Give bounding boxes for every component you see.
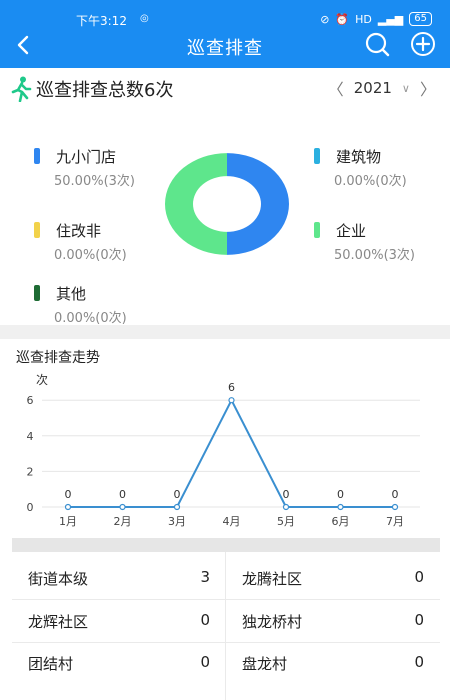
area-name: 龙腾社区 [242,570,303,588]
area-name: 团结村 [28,655,74,673]
data-point [119,503,126,511]
search-icon[interactable] [364,31,390,57]
area-name: 盘龙村 [242,655,288,673]
data-point [391,503,399,511]
data-point [173,503,181,511]
donut-chart [165,153,289,255]
y-tick-label: 6 [27,394,34,407]
data-label: 0 [174,488,181,501]
x-tick-label: 4月 [223,515,241,528]
area-name: 龙辉社区 [28,613,89,631]
divider-bar [12,538,440,552]
area-cell[interactable]: 团结村 0 [12,643,226,685]
area-cell[interactable]: 盘龙村 0 [226,643,440,685]
data-point [337,503,344,511]
data-label: 0 [119,488,126,501]
data-label: 0 [392,488,399,501]
data-label: 0 [65,488,72,501]
nav-bar: 巡查排查 [0,30,450,68]
area-cell[interactable]: 街道本级 3 [12,558,226,600]
add-icon[interactable] [410,31,436,57]
legend-label: 其他 [56,285,87,303]
area-cell[interactable]: 龙腾社区 0 [226,558,440,600]
trend-title: 巡查排查走势 [16,350,100,366]
data-label: 0 [337,488,344,501]
message-icon: ◎ [140,13,149,24]
y-tick-label: 2 [27,465,34,478]
legend-label: 九小门店 [56,148,117,166]
area-count: 0 [200,653,210,671]
x-tick-label: 1月 [59,515,77,528]
y-tick-label: 0 [27,501,34,514]
x-tick-label: 3月 [168,515,186,528]
data-label: 6 [228,381,235,394]
area-cell[interactable]: 独龙桥村 0 [226,601,440,643]
section-divider [0,538,450,552]
legend-color-swatch [314,222,320,238]
alarm-icon: ⏰ [335,12,350,26]
legend-percent: 50.00%(3次) [54,174,135,189]
area-count: 0 [414,568,424,586]
chevron-down-icon[interactable]: ∨ [402,82,410,95]
data-point [64,503,72,511]
legend-percent: 0.00%(0次) [54,311,127,326]
x-tick-label: 6月 [332,515,350,528]
legend-color-swatch [34,148,40,164]
x-tick-label: 2月 [114,515,132,528]
series-line [68,397,395,508]
x-tick-label: 5月 [277,515,295,528]
legend-label: 企业 [336,222,367,240]
year-value[interactable]: 2021 [354,79,392,97]
status-bar: 下午3:12 ◎ ⊘ ⏰ HD ▂▄▆ 65 [0,12,450,30]
area-count: 3 [200,568,210,586]
year-picker: 〈 2021 ∨ 〉 [328,76,436,100]
trend-line-chart: 次 0 2 4 6 0 1月 0 2月 0 3月 6 4月 0 5月 0 6月 0 7月 [27,373,420,528]
status-icons: ⊘ ⏰ HD ▂▄▆ 65 [320,12,432,26]
y-tick-label: 4 [27,430,34,443]
walking-person-icon [11,76,32,102]
summary-row: 巡查排查总数6次 〈 2021 ∨ 〉 [0,68,450,108]
legend-percent: 0.00%(0次) [54,248,127,263]
y-axis-label: 次 [36,373,48,387]
status-time: 下午3:12 [76,14,127,28]
area-count: 0 [414,653,424,671]
x-tick-label: 7月 [386,515,404,528]
summary-title: 巡查排查总数6次 [36,80,174,101]
section-divider [0,325,450,339]
legend-label: 住改非 [56,222,102,240]
legend-color-swatch [34,285,40,301]
hd-icon: HD [355,12,372,26]
mute-icon: ⊘ [320,12,330,26]
next-year-icon[interactable]: 〉 [420,76,436,100]
data-point [282,503,290,511]
legend-percent: 0.00%(0次) [334,174,407,189]
legend-color-swatch [314,148,320,164]
area-count: 0 [200,611,210,629]
app-header: 下午3:12 ◎ ⊘ ⏰ HD ▂▄▆ 65 巡查排查 [0,0,450,68]
data-label: 0 [283,488,290,501]
area-name: 街道本级 [28,570,89,588]
donut-slice [227,153,289,255]
signal-icon: ▂▄▆ [377,12,404,26]
legend-label: 建筑物 [336,148,382,166]
data-point [228,397,235,404]
area-count: 0 [414,611,424,629]
area-name: 独龙桥村 [242,613,303,631]
donut-slice [165,153,227,255]
area-cell[interactable]: 龙辉社区 0 [12,601,226,643]
legend-color-swatch [34,222,40,238]
legend-percent: 50.00%(3次) [334,248,415,263]
prev-year-icon[interactable]: 〈 [328,76,344,100]
battery-icon: 65 [409,12,432,26]
